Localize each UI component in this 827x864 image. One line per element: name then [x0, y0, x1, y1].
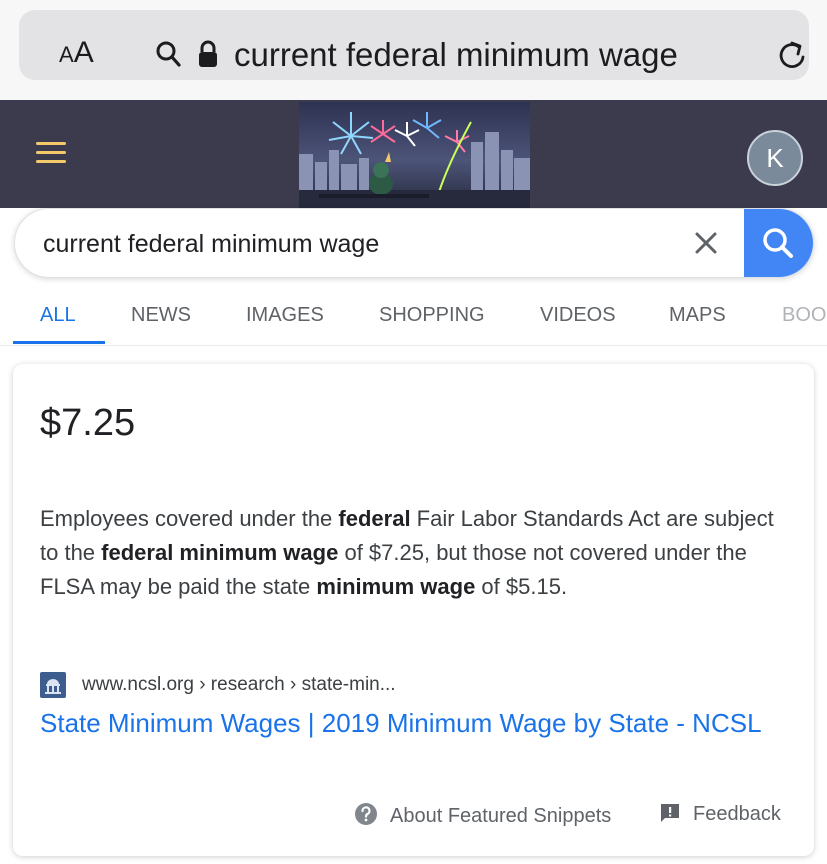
tab-images[interactable]: IMAGES — [246, 304, 324, 327]
snippet-answer: $7.25 — [40, 402, 136, 444]
google-header — [0, 100, 827, 208]
result-title-link[interactable]: State Minimum Wages | 2019 Minimum Wage … — [40, 706, 780, 740]
result-url: www.ncsl.org › research › state-min... — [82, 674, 396, 695]
search-input[interactable]: current federal minimum wage — [43, 230, 379, 259]
search-icon — [763, 228, 793, 258]
tab-all[interactable]: ALL — [40, 304, 76, 327]
search-button[interactable] — [744, 209, 813, 277]
search-tabs: ALL NEWS IMAGES SHOPPING VIDEOS MAPS BOO — [0, 286, 827, 346]
snippet-text: Employees covered under the federal Fair… — [40, 506, 774, 599]
text-size-button[interactable]: AA — [59, 36, 94, 70]
browser-toolbar: AA current federal minimum wage — [0, 0, 827, 100]
active-tab-indicator — [13, 341, 105, 344]
tab-shopping[interactable]: SHOPPING — [379, 304, 485, 327]
search-icon — [156, 41, 181, 67]
about-featured-snippets-link[interactable]: About Featured Snippets — [354, 802, 611, 828]
featured-snippet-card: $7.25 Employees covered under the federa… — [13, 364, 814, 856]
lock-icon — [199, 40, 217, 67]
account-avatar[interactable]: K — [747, 130, 803, 186]
tab-books[interactable]: BOO — [782, 304, 826, 327]
feedback-icon — [661, 804, 679, 822]
google-doodle[interactable] — [299, 102, 530, 208]
search-box[interactable]: current federal minimum wage — [14, 208, 814, 278]
url-text[interactable]: current federal minimum wage — [234, 36, 678, 74]
address-bar[interactable]: AA current federal minimum wage — [19, 10, 809, 80]
tab-news[interactable]: NEWS — [131, 304, 191, 327]
fireworks-image — [299, 112, 530, 208]
reload-icon[interactable] — [776, 37, 810, 73]
tab-maps[interactable]: MAPS — [669, 304, 726, 327]
feedback-link[interactable]: Feedback — [659, 802, 781, 826]
menu-icon[interactable] — [36, 142, 66, 166]
tab-videos[interactable]: VIDEOS — [540, 304, 616, 327]
clear-icon[interactable] — [693, 229, 719, 257]
help-icon — [355, 803, 377, 825]
capitol-icon — [45, 679, 61, 694]
site-favicon — [40, 672, 66, 698]
